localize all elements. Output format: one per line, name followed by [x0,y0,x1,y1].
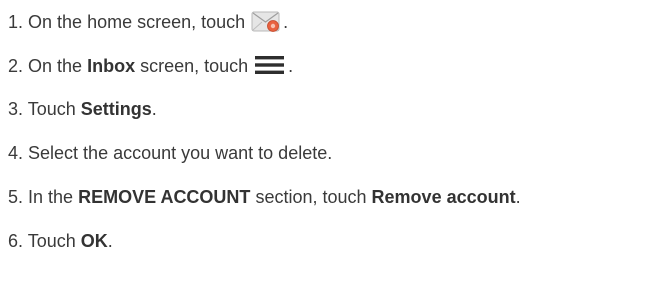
step-bold-term: Inbox [87,56,136,76]
step-text: On the [28,56,83,76]
step-number: 4. [8,143,24,163]
step-text: In the [28,187,74,207]
step-text-end: . [515,187,521,207]
step-text-mid: section, touch [255,187,367,207]
step-text-end: . [288,56,294,76]
step-1: 1. On the home screen, touch . [8,8,288,36]
step-3: 3. Touch Settings. [8,95,157,123]
step-text: Select the account you want to delete. [28,143,333,163]
step-bold-term: Settings [80,99,152,119]
step-2: 2. On the Inbox screen, touch . [8,52,293,80]
menu-icon [254,54,286,76]
step-5: 5. In the REMOVE ACCOUNT section, touch … [8,183,521,211]
step-6: 6. Touch OK. [8,227,113,255]
email-icon [251,9,281,33]
step-bold-term-2: Remove account [371,187,516,207]
step-number: 1. [8,12,24,32]
step-number: 3. [8,99,24,119]
step-text: On the home screen, touch [28,12,246,32]
step-4: 4. Select the account you want to delete… [8,139,332,167]
step-text: Touch [27,99,76,119]
step-bold-term: OK [80,231,108,251]
step-text-end: . [283,12,289,32]
step-bold-term: REMOVE ACCOUNT [78,187,251,207]
step-text-mid: screen, touch [140,56,249,76]
step-text-end: . [107,231,113,251]
step-number: 6. [8,231,24,251]
step-text-end: . [151,99,157,119]
step-text: Touch [27,231,76,251]
step-number: 2. [8,56,24,76]
step-number: 5. [8,187,24,207]
